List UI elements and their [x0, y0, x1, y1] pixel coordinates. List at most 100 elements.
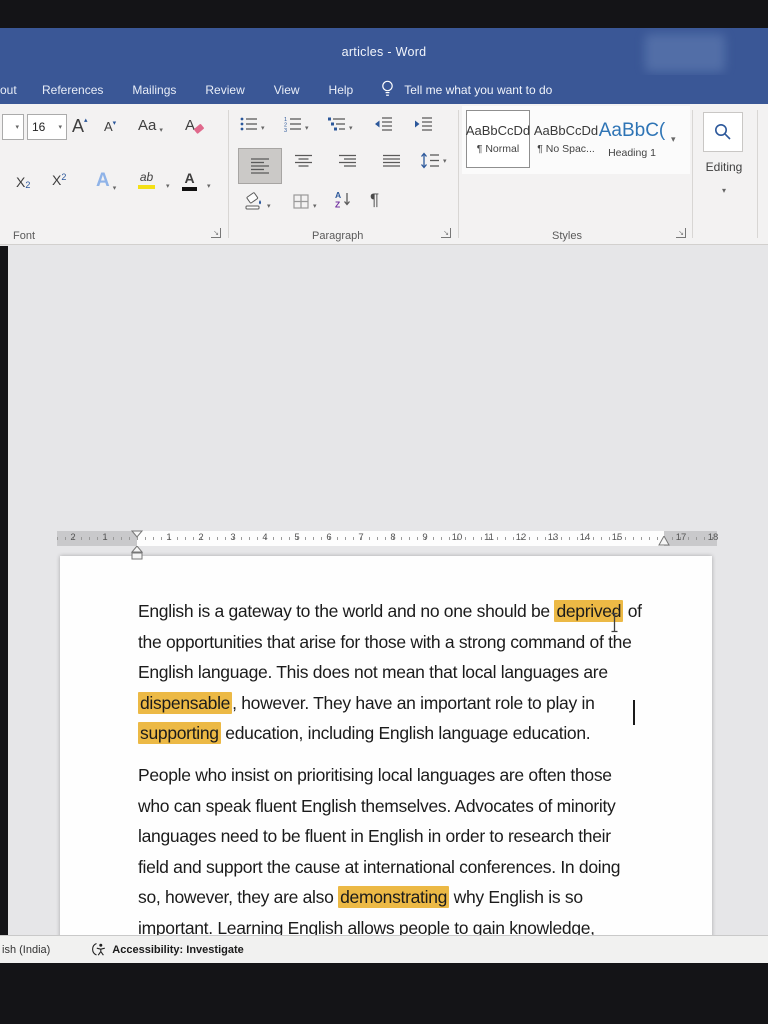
ruler-number: 4 — [262, 532, 268, 543]
chevron-down-icon: ▾ — [112, 185, 117, 192]
ruler-left-margin — [57, 531, 137, 546]
text-caret — [633, 700, 635, 725]
hanging-indent-marker[interactable] — [131, 546, 143, 560]
change-case-button[interactable]: Aa ▾ — [138, 117, 163, 134]
styles-dialog-launcher[interactable] — [676, 228, 686, 238]
editing-group-label[interactable]: Editing — [701, 160, 747, 174]
title-bar: articles - Word — [0, 28, 768, 75]
ruler-number: 10 — [451, 532, 463, 543]
ruler-number: 5 — [294, 532, 300, 543]
ruler-number: 12 — [515, 532, 527, 543]
chevron-down-icon: ▾ — [58, 124, 62, 131]
ribbon-tab-bar: out References Mailings Review View Help Tell… — [0, 75, 768, 104]
font-color-bar — [182, 187, 197, 191]
paragraph: English is a gateway to the world and no… — [138, 596, 642, 749]
ribbon: ▾ 16 ▾ A ▴ A ▾ Aa ▾ A X 2 X 2 A ▾ ab ▾ A… — [0, 104, 768, 245]
chevron-down-icon: ▾ — [349, 125, 353, 132]
paragraph-dialog-launcher[interactable] — [441, 228, 451, 238]
letterbox-bottom — [0, 963, 768, 1024]
letterbox-left — [0, 246, 8, 935]
font-dialog-launcher[interactable] — [211, 228, 221, 238]
ruler-number: 2 — [198, 532, 204, 543]
accessibility-label: Accessibility: Investigate — [112, 943, 244, 956]
highlighted-run: demonstrating — [338, 886, 450, 909]
style-no-spacing[interactable]: AaBbCcDd ¶ No Spac... — [534, 110, 598, 168]
svg-text:Z: Z — [335, 200, 340, 210]
ruler-number: 14 — [579, 532, 591, 543]
subscript-button[interactable]: X 2 — [16, 174, 30, 190]
text-run: English is a gateway to the world and no… — [138, 601, 555, 621]
text-highlight-button[interactable]: ab — [138, 170, 155, 189]
tab-help[interactable]: Help — [329, 83, 354, 97]
style-normal[interactable]: AaBbCcDd ¶ Normal — [466, 110, 530, 168]
language-status[interactable]: ish (India) — [2, 944, 50, 956]
shading-button[interactable]: ▾ — [244, 192, 271, 210]
superscript-button[interactable]: X 2 — [52, 172, 66, 188]
highlighted-run: dispensable — [138, 691, 233, 714]
font-name-combo[interactable]: ▾ — [2, 114, 24, 140]
tab-out[interactable]: out — [0, 83, 21, 97]
font-color-button[interactable]: A — [182, 170, 197, 191]
text-run: , however. They have an important role t… — [232, 692, 595, 713]
highlighted-run: supporting — [138, 722, 221, 745]
ruler-number: 17 — [675, 532, 687, 543]
text-effects-button[interactable]: A ▾ — [96, 170, 116, 192]
ruler-number: 6 — [326, 532, 332, 543]
chevron-down-icon: ▾ — [15, 124, 19, 131]
highlight-color-bar — [138, 185, 155, 189]
bullets-button[interactable]: ▾ — [240, 116, 265, 132]
font-group-label: Font — [13, 230, 36, 242]
lightbulb-icon — [382, 80, 394, 96]
borders-button[interactable]: ▾ — [293, 194, 317, 210]
multilevel-list-button[interactable]: ▾ — [328, 116, 353, 132]
window-title: articles - Word — [341, 44, 427, 59]
svg-text:A: A — [335, 190, 341, 200]
shrink-font-button[interactable]: A ▾ — [104, 119, 116, 134]
clear-formatting-button[interactable]: A — [185, 117, 205, 135]
line-spacing-button[interactable]: ▾ — [420, 152, 447, 169]
chevron-down-icon: ▾ — [305, 125, 309, 132]
accessibility-status[interactable]: Accessibility: Investigate — [92, 942, 244, 957]
decrease-indent-button[interactable] — [374, 116, 393, 132]
grow-font-button[interactable]: A ▴ — [72, 116, 88, 137]
styles-more-button[interactable]: ▾ — [671, 134, 676, 145]
align-left-button[interactable] — [238, 148, 282, 184]
right-indent-marker[interactable] — [658, 536, 670, 546]
paragraph-group-label: Paragraph — [312, 230, 364, 242]
up-arrow-icon: ▴ — [84, 117, 88, 124]
ruler-number: 13 — [547, 532, 559, 543]
ruler[interactable]: 2 1 1 2 3 4 5 6 7 8 9 10 11 12 13 14 15 17 18 — [57, 530, 718, 560]
editing-expand-chevron[interactable]: ▾ — [722, 186, 726, 195]
first-line-indent-marker[interactable] — [131, 530, 143, 538]
ribbon-tabs: out References Mailings Review View Help — [0, 83, 382, 97]
word-window: articles - Word out References Mailings Rev… — [0, 0, 768, 1024]
tab-mailings[interactable]: Mailings — [132, 83, 176, 97]
chevron-down-icon: ▾ — [443, 157, 447, 165]
font-size-combo[interactable]: 16 ▾ — [27, 114, 67, 140]
numbering-button[interactable]: 123 ▾ — [284, 116, 309, 132]
sort-button[interactable]: AZ — [335, 190, 352, 209]
tab-references[interactable]: References — [42, 83, 103, 97]
show-hide-pilcrow-button[interactable]: ¶ — [370, 190, 379, 210]
magnifier-icon — [715, 124, 731, 140]
chevron-down-icon: ▾ — [261, 125, 265, 132]
tab-review[interactable]: Review — [205, 83, 244, 97]
eraser-icon — [193, 123, 205, 135]
styles-group-label: Styles — [552, 230, 582, 242]
ruler-number: 2 — [70, 532, 76, 543]
down-arrow-icon: ▾ — [112, 120, 117, 127]
tab-view[interactable]: View — [274, 83, 300, 97]
increase-indent-button[interactable] — [414, 116, 433, 132]
tell-me-box[interactable]: Tell me what you want to do — [380, 80, 552, 99]
chevron-down-icon: ▾ — [313, 203, 317, 210]
font-size-value: 16 — [32, 120, 46, 134]
chevron-down-icon: ▾ — [166, 183, 170, 190]
ruler-number: 8 — [390, 532, 396, 543]
style-heading1[interactable]: AaBbC( Heading 1 — [599, 110, 666, 168]
document-workspace: 2 1 1 2 3 4 5 6 7 8 9 10 11 12 13 14 15 17 18 English is a… — [0, 246, 768, 1024]
align-center-button[interactable] — [295, 154, 313, 169]
editing-find-button[interactable] — [703, 112, 743, 152]
align-right-button[interactable] — [339, 154, 357, 169]
ruler-number: 1 — [102, 532, 108, 543]
justify-button[interactable] — [383, 154, 401, 169]
